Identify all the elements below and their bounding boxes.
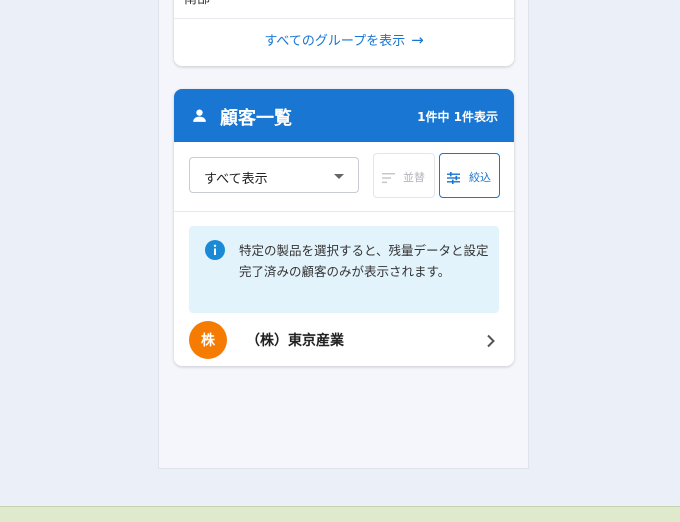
filter-button-label: 絞込 bbox=[469, 171, 491, 184]
info-icon bbox=[205, 240, 225, 264]
group-list-item[interactable]: 南部 › bbox=[174, 0, 514, 19]
info-notice: 特定の製品を選択すると、残量データと設定完了済みの顧客のみが表示されます。 bbox=[189, 226, 499, 313]
avatar: 株 bbox=[189, 321, 227, 359]
customer-list-header: 顧客一覧 1件中 1件表示 bbox=[174, 89, 514, 142]
result-count: 1件中 1件表示 bbox=[417, 110, 498, 124]
page-title: 顧客一覧 bbox=[220, 108, 292, 129]
sort-button-label: 並替 bbox=[403, 171, 425, 184]
show-all-groups-link[interactable]: すべてのグループを表示 → bbox=[174, 30, 514, 49]
show-all-groups-label: すべてのグループを表示 bbox=[264, 34, 406, 49]
bottom-bar bbox=[0, 506, 680, 522]
customer-list-item[interactable]: 株 （株）東京産業 bbox=[174, 319, 514, 366]
user-icon bbox=[191, 107, 208, 128]
chevron-right-icon: › bbox=[489, 0, 494, 1]
groups-card: 南部 › すべてのグループを表示 → bbox=[174, 0, 514, 66]
tune-icon bbox=[447, 169, 460, 188]
customer-name: （株）東京産業 bbox=[246, 333, 344, 349]
filter-button[interactable]: 絞込 bbox=[439, 153, 500, 198]
info-message: 特定の製品を選択すると、残量データと設定完了済みの顧客のみが表示されます。 bbox=[239, 243, 489, 279]
caret-down-icon bbox=[334, 174, 344, 179]
list-controls: すべて表示 並替 絞込 bbox=[174, 142, 514, 212]
display-filter-select[interactable]: すべて表示 bbox=[189, 157, 359, 193]
customer-list-card: 顧客一覧 1件中 1件表示 すべて表示 並替 絞込 特定の製品を選択すると、残量… bbox=[174, 89, 514, 366]
chevron-right-icon bbox=[486, 333, 496, 352]
sort-button[interactable]: 並替 bbox=[373, 153, 435, 198]
arrow-right-icon: → bbox=[411, 31, 424, 49]
display-filter-value: すべて表示 bbox=[204, 172, 268, 187]
sort-icon bbox=[382, 169, 395, 188]
group-item-label: 南部 bbox=[184, 0, 210, 7]
